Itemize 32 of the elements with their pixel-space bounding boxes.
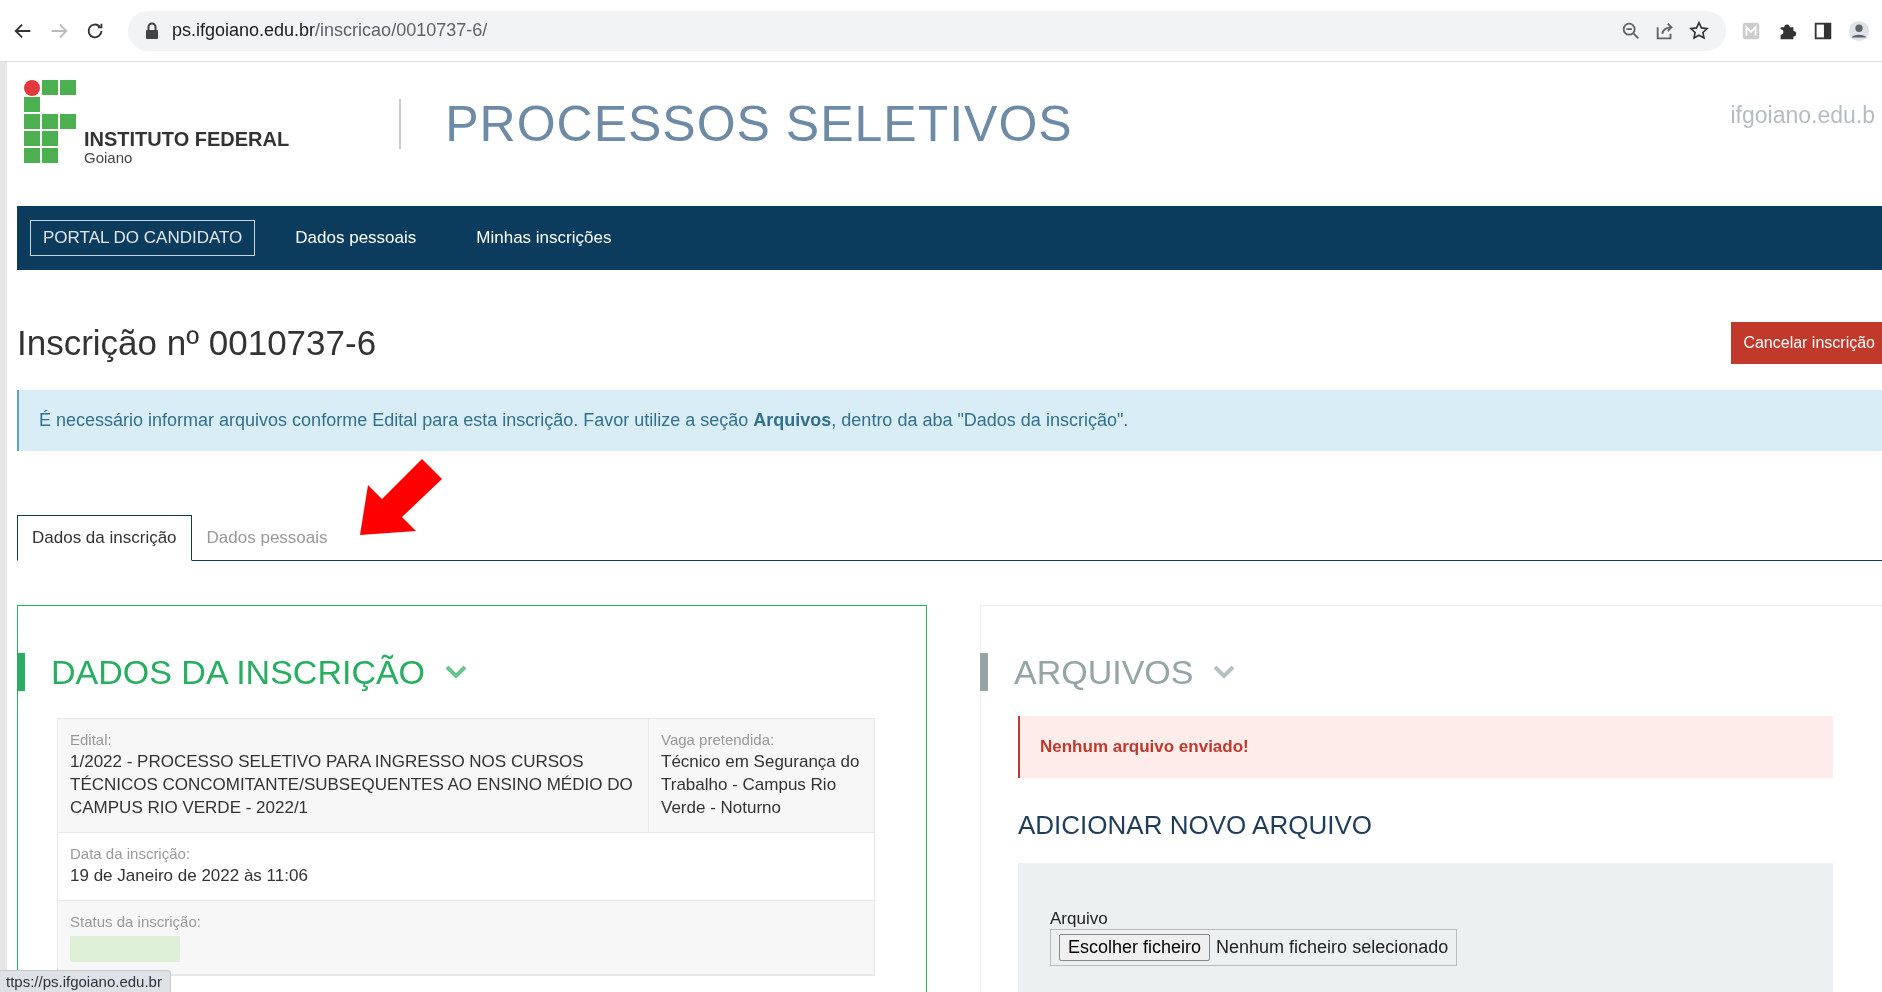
field-label: Arquivo xyxy=(1050,909,1109,929)
file-status: Nenhum ficheiro selecionado xyxy=(1216,937,1449,958)
field-label: Data da inscrição: xyxy=(70,844,192,862)
tab[interactable]: Dados da inscrição xyxy=(17,515,192,561)
panel-title: DADOS DA INSCRIÇÃO xyxy=(51,652,426,692)
choose-file-button[interactable]: Escolher ficheiro xyxy=(1059,934,1211,961)
cancel-button[interactable]: Cancelar inscrição xyxy=(1731,322,1882,364)
field-label: Edital: xyxy=(70,731,113,748)
site-title: PROCESSOS SELETIVOS xyxy=(445,95,1073,153)
star-icon[interactable] xyxy=(1688,19,1710,42)
logo-name: INSTITUTO FEDERAL xyxy=(84,129,290,149)
status-bar-url: ttps://ps.ifgoiano.edu.br xyxy=(0,970,171,992)
nav-link[interactable]: Minhas inscrições xyxy=(456,228,632,248)
address-bar[interactable]: ps.ifgoiano.edu.br/inscricao/0010737-6/ xyxy=(128,10,1726,51)
info-message: É necessário informar arquivos conforme Edital para esta inscrição. Favor utilize a seção Arquivos, dentro da aba "Dados da inscrição". xyxy=(39,410,1129,431)
profile-avatar-icon[interactable] xyxy=(1848,19,1870,42)
logo-subtitle: Goiano xyxy=(84,149,134,166)
portal-button[interactable]: PORTAL DO CANDIDATO xyxy=(30,220,256,256)
field-label: Vaga pretendida: xyxy=(661,731,776,748)
nav-link[interactable]: Dados pessoais xyxy=(275,228,437,248)
field-label: Status da inscrição: xyxy=(70,912,202,930)
url-text: ps.ifgoiano.edu.br/inscricao/0010737-6/ xyxy=(172,20,488,41)
lock-icon xyxy=(144,21,160,40)
file-input[interactable]: Escolher ficheiro Nenhum ficheiro selecionado xyxy=(1050,929,1458,966)
panel-title: ARQUIVOS xyxy=(1014,652,1194,692)
field-value: 1/2022 - PROCESSO SELETIVO PARA INGRESSO NOS CURSOS TÉCNICOS CONCOMITANTE/SUBSEQUENTES AO ENSINO MÉDIO DO CAMPUS RIO VERDE - 2022/1 xyxy=(70,751,634,819)
error-alert: Nenhum arquivo enviado! xyxy=(1018,716,1833,778)
logo-icon xyxy=(24,80,78,166)
page-title: Inscrição nº 0010737-6 xyxy=(17,323,377,363)
field-value: 19 de Janeiro de 2022 às 11:06 xyxy=(70,864,309,887)
section-heading: ADICIONAR NOVO ARQUIVO xyxy=(1018,810,1373,841)
field-value: Técnico em Segurança do Trabalho - Campus Rio Verde - Noturno xyxy=(661,751,861,819)
